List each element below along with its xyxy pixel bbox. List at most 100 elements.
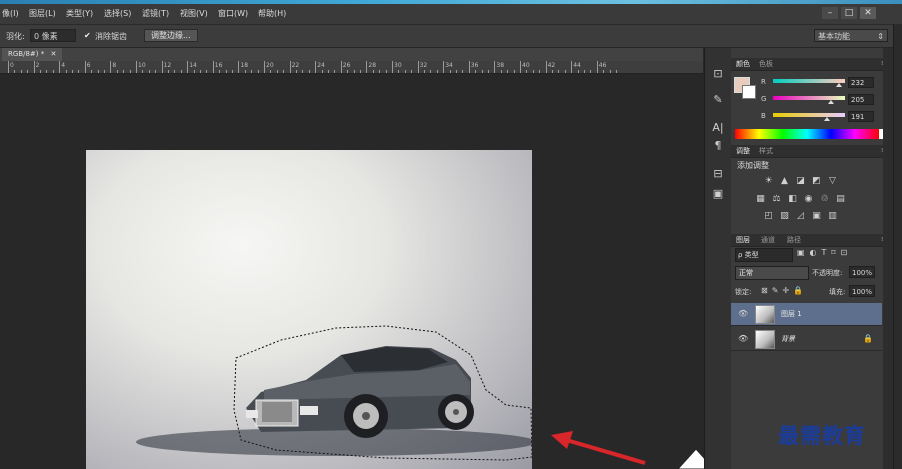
blue-value-input[interactable]: 191 (848, 111, 874, 122)
lock-icons[interactable]: ⊠✎✛🔒 (761, 286, 807, 295)
curves-icon[interactable]: ◪ (795, 176, 806, 187)
photo-filter-icon[interactable]: ◉ (803, 194, 814, 205)
layers-panel-header: 图层 通道 路径 ≡ (731, 234, 893, 247)
menu-type[interactable]: 类型(Y) (66, 8, 93, 19)
red-thumb[interactable] (835, 83, 842, 87)
info-icon[interactable]: ▣ (709, 186, 727, 202)
blue-track[interactable] (773, 113, 845, 117)
menu-select[interactable]: 选择(S) (104, 8, 131, 19)
ruler-tick (14, 70, 16, 73)
red-slider[interactable]: R 232 (731, 76, 893, 90)
brush-icon[interactable]: ✎ (709, 92, 727, 108)
ruler-tick-label: 32 (419, 62, 428, 69)
hue-icon[interactable]: ▦ (755, 194, 766, 205)
fill-input[interactable]: 100% (849, 285, 875, 297)
black-white-icon[interactable]: ◧ (787, 194, 798, 205)
blue-slider[interactable]: B 191 (731, 110, 893, 124)
layer-name: 图层 1 (781, 310, 802, 318)
selective-color-icon[interactable]: ▥ (827, 211, 838, 222)
ruler-tick (571, 61, 573, 73)
tab-layers[interactable]: 图层 (736, 235, 750, 245)
menu-image[interactable]: 像(I) (2, 8, 19, 19)
color-spectrum-bar[interactable] (735, 129, 885, 139)
menu-layer[interactable]: 图层(L) (29, 8, 56, 19)
layers-scrollbar[interactable] (883, 48, 893, 469)
ruler-tick (539, 70, 541, 73)
posterize-icon[interactable]: ▨ (779, 211, 790, 222)
green-thumb[interactable] (827, 100, 834, 104)
tab-adjustments[interactable]: 调整 (736, 146, 750, 156)
menu-help[interactable]: 帮助(H) (258, 8, 286, 19)
canvas-area[interactable] (0, 74, 703, 469)
tab-swatches[interactable]: 色板 (759, 59, 773, 69)
ruler-tick-label: 40 (522, 62, 530, 69)
color-panel-header: 颜色 色板 ≡ (731, 58, 893, 71)
refine-edge-button[interactable]: 调整边缘... (144, 29, 198, 42)
channel-mixer-icon[interactable]: ♲ (819, 194, 830, 205)
color-lookup-icon[interactable]: ▤ (835, 194, 846, 205)
visibility-eye-icon[interactable]: 👁 (738, 309, 748, 318)
threshold-icon[interactable]: ◿ (795, 211, 806, 222)
ruler-tick (97, 70, 99, 73)
antialias-check-icon[interactable]: ✔ (84, 31, 91, 40)
layer-name: 背景 (781, 335, 795, 343)
menu-window[interactable]: 窗口(W) (218, 8, 248, 19)
layer-filter-icons[interactable]: ▣◐T⌑⊡ (797, 248, 852, 257)
horizontal-ruler: 0 2 4 6 8 10 12 14 16 18 20 22 24 26 28 30 32 34 36 38 40 42 4… (0, 61, 703, 74)
right-scrollbar[interactable] (893, 24, 902, 469)
document-tab[interactable]: RGB/8#) * ✕ (2, 48, 63, 61)
visibility-eye-icon[interactable]: 👁 (738, 334, 748, 343)
document-image[interactable] (86, 150, 532, 469)
maximize-button[interactable]: □ (841, 7, 857, 19)
red-track[interactable] (773, 79, 845, 83)
exposure-icon[interactable]: ◩ (811, 176, 822, 187)
close-tab-icon[interactable]: ✕ (50, 50, 56, 58)
green-value-input[interactable]: 205 (848, 94, 874, 105)
blue-thumb[interactable] (823, 117, 830, 121)
ruler-tick (65, 70, 67, 73)
layer-filter-select[interactable]: ρ 类型 (735, 248, 793, 262)
red-value-input[interactable]: 232 (848, 77, 874, 88)
tab-color[interactable]: 颜色 (736, 59, 750, 69)
green-slider[interactable]: G 205 (731, 93, 893, 107)
paragraph-icon[interactable]: ¶ (709, 138, 727, 154)
tab-paths[interactable]: 路径 (787, 235, 801, 245)
levels-icon[interactable]: ▲ (779, 176, 790, 187)
minimize-button[interactable]: – (822, 7, 838, 19)
ruler-tick (398, 70, 400, 73)
vibrance-icon[interactable]: ▽ (827, 176, 838, 187)
opacity-input[interactable]: 100% (849, 266, 875, 278)
ruler-tick-label: 46 (598, 62, 607, 69)
ruler-tick (379, 70, 381, 73)
workspace-select[interactable]: 基本功能 ⇕ (814, 29, 888, 42)
brightness-icon[interactable]: ☀ (763, 176, 774, 187)
close-button[interactable]: ✕ (860, 7, 876, 19)
feather-input[interactable]: 0 像素 (30, 29, 76, 42)
ruler-tick (315, 61, 317, 73)
layer-row[interactable]: 👁 图层 1 (731, 303, 882, 326)
color-balance-icon[interactable]: ⚖ (771, 194, 782, 205)
ruler-tick-label: 10 (138, 62, 146, 69)
ruler-tick (411, 70, 413, 73)
blend-mode-select[interactable]: 正常 (735, 266, 809, 280)
ruler-tick (289, 61, 291, 73)
tab-channels[interactable]: 通道 (761, 235, 775, 245)
tab-styles[interactable]: 样式 (759, 146, 773, 156)
ruler-tick-label: 2 (35, 62, 40, 69)
layer-row[interactable]: 👁 背景 🔒 (731, 328, 882, 351)
menu-filter[interactable]: 滤镜(T) (142, 8, 169, 19)
layer-filter-label: ρ 类型 (738, 251, 759, 259)
history-icon[interactable]: ⊡ (709, 66, 727, 82)
ruler-tick (283, 70, 285, 73)
ruler-tick (27, 70, 29, 73)
properties-icon[interactable]: ⊟ (709, 166, 727, 182)
character-icon[interactable]: A| (709, 120, 727, 136)
green-track[interactable] (773, 96, 845, 100)
menu-view[interactable]: 视图(V) (180, 8, 208, 19)
ruler-tick (244, 70, 246, 73)
gradient-map-icon[interactable]: ▣ (811, 211, 822, 222)
green-label: G (761, 95, 767, 103)
invert-icon[interactable]: ◰ (763, 211, 774, 222)
document-tab-title: RGB/8#) * (8, 50, 45, 58)
ruler-tick (219, 70, 221, 73)
